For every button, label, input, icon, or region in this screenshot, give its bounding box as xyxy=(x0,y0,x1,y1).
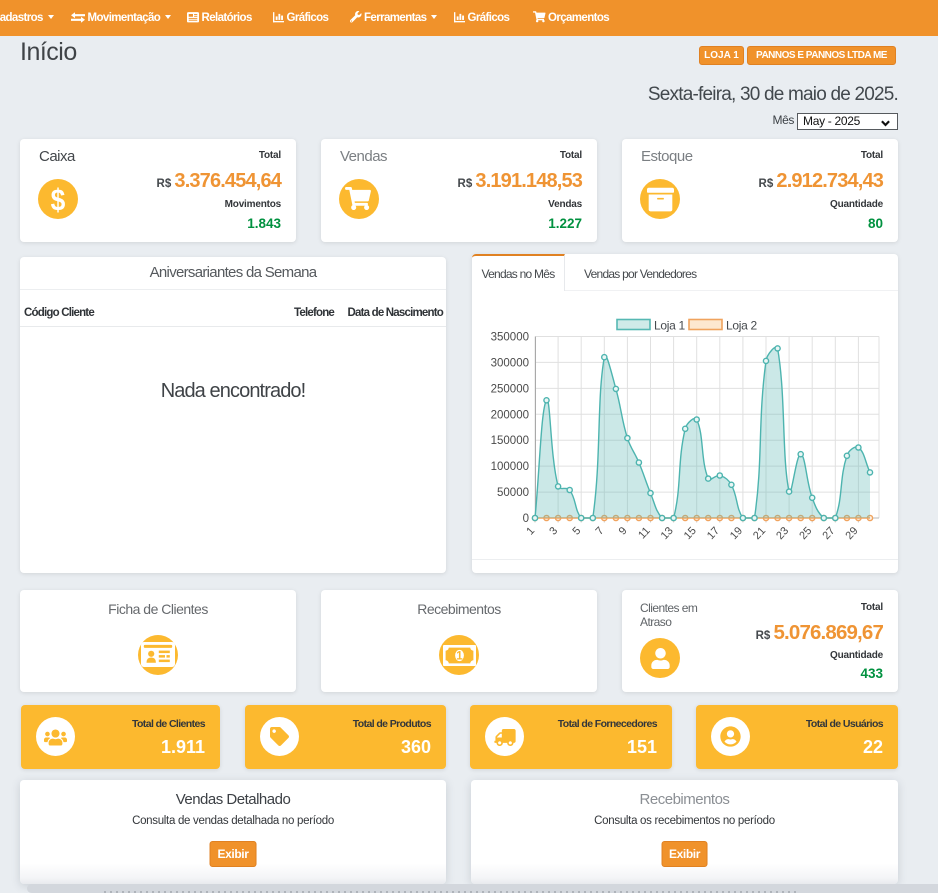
svg-text:0: 0 xyxy=(523,513,529,525)
svg-text:5: 5 xyxy=(570,525,583,538)
svg-text:1: 1 xyxy=(524,525,537,538)
svg-text:13: 13 xyxy=(659,525,676,542)
svg-text:350000: 350000 xyxy=(491,332,529,344)
svg-text:17: 17 xyxy=(705,525,722,542)
svg-text:1: 1 xyxy=(456,650,463,662)
svg-text:23: 23 xyxy=(774,525,791,542)
svg-text:50000: 50000 xyxy=(497,487,529,499)
svg-text:100000: 100000 xyxy=(491,461,529,473)
svg-text:27: 27 xyxy=(820,525,837,542)
svg-text:29: 29 xyxy=(843,525,860,542)
svg-text:200000: 200000 xyxy=(491,409,529,421)
svg-text:7: 7 xyxy=(594,525,607,538)
svg-text:3: 3 xyxy=(547,525,560,538)
svg-text:300000: 300000 xyxy=(491,357,529,369)
svg-text:21: 21 xyxy=(751,525,768,542)
svg-text:150000: 150000 xyxy=(491,435,529,447)
svg-text:250000: 250000 xyxy=(491,383,529,395)
svg-text:19: 19 xyxy=(728,525,745,542)
svg-text:9: 9 xyxy=(617,525,630,538)
svg-text:Loja 2: Loja 2 xyxy=(726,319,758,333)
svg-text:15: 15 xyxy=(682,525,699,542)
svg-text:11: 11 xyxy=(636,525,653,542)
svg-text:Loja 1: Loja 1 xyxy=(654,319,686,333)
svg-text:25: 25 xyxy=(797,525,814,542)
